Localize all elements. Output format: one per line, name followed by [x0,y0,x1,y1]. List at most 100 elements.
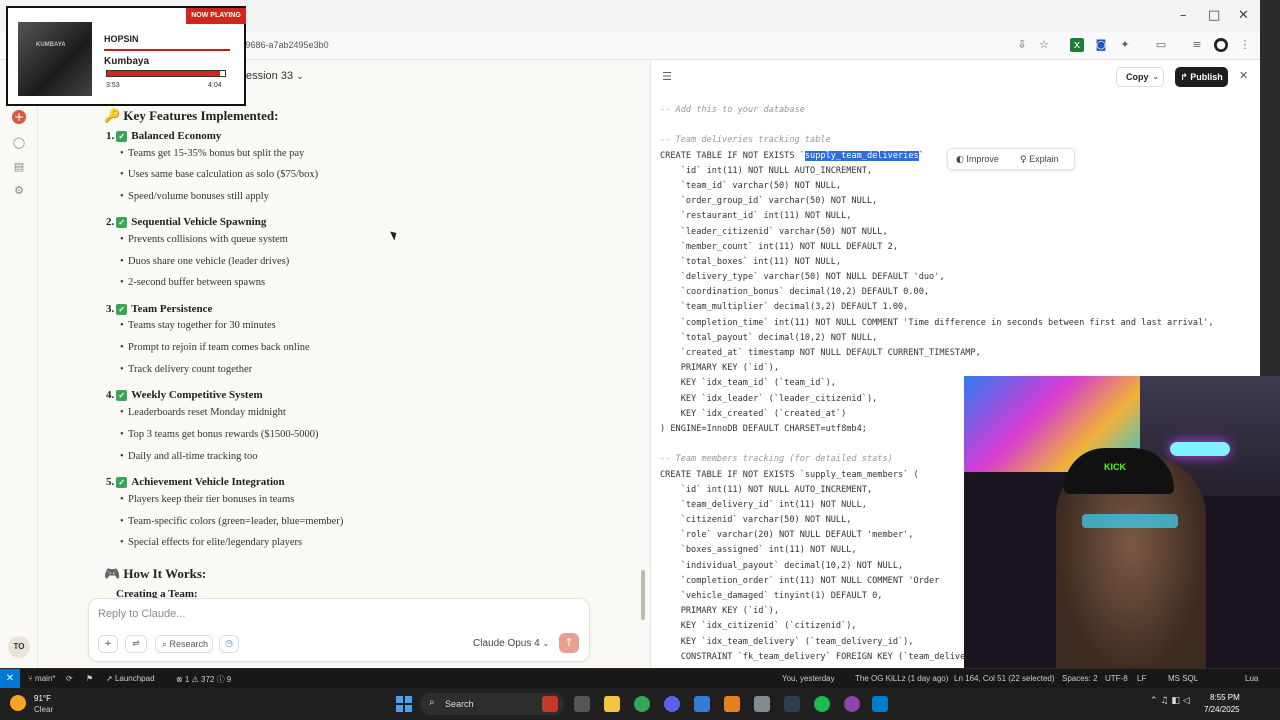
item-number: 1. [106,130,115,142]
projects-icon[interactable]: ▤ [12,160,26,174]
windows-start-icon[interactable] [396,696,412,712]
app-icon[interactable] [542,696,558,712]
bookmark-star-icon[interactable]: ☆ [1037,38,1051,52]
clock-date[interactable]: 7/24/2025 [1204,705,1240,714]
close-window-icon[interactable]: ✕ [1238,8,1249,23]
chat-title[interactable]: ession 33 ⌄ [246,70,304,82]
lua-indicator[interactable]: Lua [1245,674,1258,683]
improve-button[interactable]: ◐ Improve [956,154,999,165]
publish-label: Publish [1190,72,1223,82]
code-line[interactable]: `total_boxes` int(11) NOT NULL, [660,255,1214,270]
sidepanel-icon[interactable]: ▭ [1154,38,1168,52]
task-view-icon[interactable] [574,696,590,712]
code-line[interactable]: `coordination_bonus` decimal(10,2) DEFAU… [660,285,1214,300]
research-button[interactable]: ⌕ Research [155,635,213,653]
install-icon[interactable]: ⇩ [1015,38,1029,52]
album-art: KUMBAYA [18,22,92,96]
language-mode[interactable]: MS SQL [1168,674,1198,683]
excel-extension-icon[interactable]: x [1070,38,1084,52]
model-select[interactable]: Claude Opus 4 ⌄ [473,638,549,649]
code-line[interactable]: PRIMARY KEY (`id`), [660,361,1214,376]
clock-time[interactable]: 8:55 PM [1210,693,1240,702]
code-line[interactable]: `member_count` int(11) NOT NULL DEFAULT … [660,240,1214,255]
chat-title-text: ession 33 [246,70,294,82]
problems-indicator[interactable]: ⊗ 1 ⚠ 372 ⓘ 9 [176,674,231,685]
code-line[interactable]: CREATE TABLE IF NOT EXISTS `supply_team_… [660,149,1214,164]
media-icon[interactable]: ≡ [1190,38,1204,52]
branch-indicator[interactable]: ⑂ main* [28,674,56,683]
git-blame[interactable]: You, yesterday [782,674,835,683]
maximize-icon[interactable]: □ [1208,8,1220,23]
minimize-icon[interactable]: – [1180,8,1187,23]
list-icon[interactable]: ☰ [660,70,674,84]
code-text: `boxes_assigned` int(11) NOT NULL, [660,545,857,556]
code-line[interactable]: `created_at` timestamp NOT NULL DEFAULT … [660,346,1214,361]
code-line[interactable]: `leader_citizenid` varchar(50) NOT NULL, [660,225,1214,240]
app-icon[interactable] [844,696,860,712]
cursor-position[interactable]: Ln 164, Col 51 (22 selected) [954,674,1055,683]
vscode-icon[interactable] [872,696,888,712]
add-attachment-button[interactable]: + [98,635,118,653]
chat-bubble-icon[interactable]: ◯ [12,136,26,150]
url-text[interactable]: f-9686-a7ab2495e3b0 [240,40,329,50]
send-button[interactable]: ↑ [559,633,579,653]
reply-input[interactable] [98,608,578,620]
improve-icon: ◐ [956,155,964,165]
weather-sun-icon[interactable] [10,695,26,711]
app-icon[interactable] [754,696,770,712]
checkmark-icon: ✓ [116,477,128,488]
app-icon[interactable] [724,696,740,712]
code-text: -- Add this to your database [660,105,805,115]
sync-icon[interactable]: ⟳ [66,674,73,683]
code-line[interactable]: -- Add this to your database [660,103,1214,118]
code-line[interactable]: `team_multiplier` decimal(3,2) DEFAULT 1… [660,300,1214,315]
code-line[interactable]: -- Team deliveries tracking table [660,133,1214,148]
puzzle-icon[interactable]: ✦ [1118,38,1132,52]
chevron-down-icon[interactable]: ⌄ [1152,68,1159,86]
launchpad[interactable]: ➚ Launchpad [106,674,155,683]
item-title: Sequential Vehicle Spawning [131,216,267,228]
artifacts-icon[interactable]: ⚙ [12,184,26,198]
explain-button[interactable]: ♀ Explain [1020,154,1059,165]
debug-icon[interactable]: ⚑ [86,674,93,683]
feature-item: 1. ✓ Balanced Economy [106,130,221,142]
code-line[interactable]: `restaurant_id` int(11) NOT NULL, [660,209,1214,224]
search-icon: ⌕ [161,640,167,650]
tools-button[interactable]: ⇌ [125,635,147,653]
app-icon[interactable] [694,696,710,712]
lightbulb-icon: ♀ [1020,155,1027,165]
code-line[interactable]: `team_id` varchar(50) NOT NULL, [660,179,1214,194]
file-explorer-icon[interactable] [604,696,620,712]
weather-temp[interactable]: 91°F [34,694,51,703]
now-playing-overlay: KUMBAYA NOW PLAYING HOPSIN Kumbaya 3:53 … [6,6,246,106]
spotify-icon[interactable] [814,696,830,712]
system-tray[interactable]: ⌃ ♫ ◧ ◁ [1150,696,1190,706]
code-line[interactable]: `id` int(11) NOT NULL AUTO_INCREMENT, [660,164,1214,179]
glasses [1082,514,1178,528]
track-info[interactable]: The OG KiLLz (1 day ago) [855,674,948,683]
code-line[interactable]: `delivery_type` varchar(50) NOT NULL DEF… [660,270,1214,285]
extension-icon[interactable]: ◙ [1094,38,1108,52]
chat-scrollbar[interactable] [641,570,645,620]
encoding[interactable]: UTF-8 [1105,674,1128,683]
code-line[interactable]: `total_payout` decimal(10,2) NOT NULL, [660,331,1214,346]
weather-desc[interactable]: Clear [34,705,53,714]
clock-icon[interactable]: ◷ [219,635,239,653]
branch-label: main* [35,674,56,683]
code-line[interactable]: `completion_time` int(11) NOT NULL COMME… [660,316,1214,331]
code-line[interactable] [660,118,1214,133]
indentation[interactable]: Spaces: 2 [1062,674,1098,683]
menu-kebab-icon[interactable]: ⋮ [1238,38,1252,52]
copy-button[interactable]: Copy ⌄ [1116,67,1164,87]
avatar[interactable]: TO [8,636,30,658]
chrome-icon[interactable] [634,696,650,712]
close-icon[interactable]: ✕ [1239,69,1248,82]
app-icon[interactable] [784,696,800,712]
publish-button[interactable]: ↱ Publish [1175,67,1228,87]
new-chat-icon[interactable]: + [12,110,26,124]
remote-icon[interactable]: ✕ [0,669,20,689]
line-ending[interactable]: LF [1137,674,1146,683]
code-line[interactable]: `order_group_id` varchar(50) NOT NULL, [660,194,1214,209]
discord-icon[interactable] [664,696,680,712]
profile-icon[interactable]: ● [1214,38,1228,52]
